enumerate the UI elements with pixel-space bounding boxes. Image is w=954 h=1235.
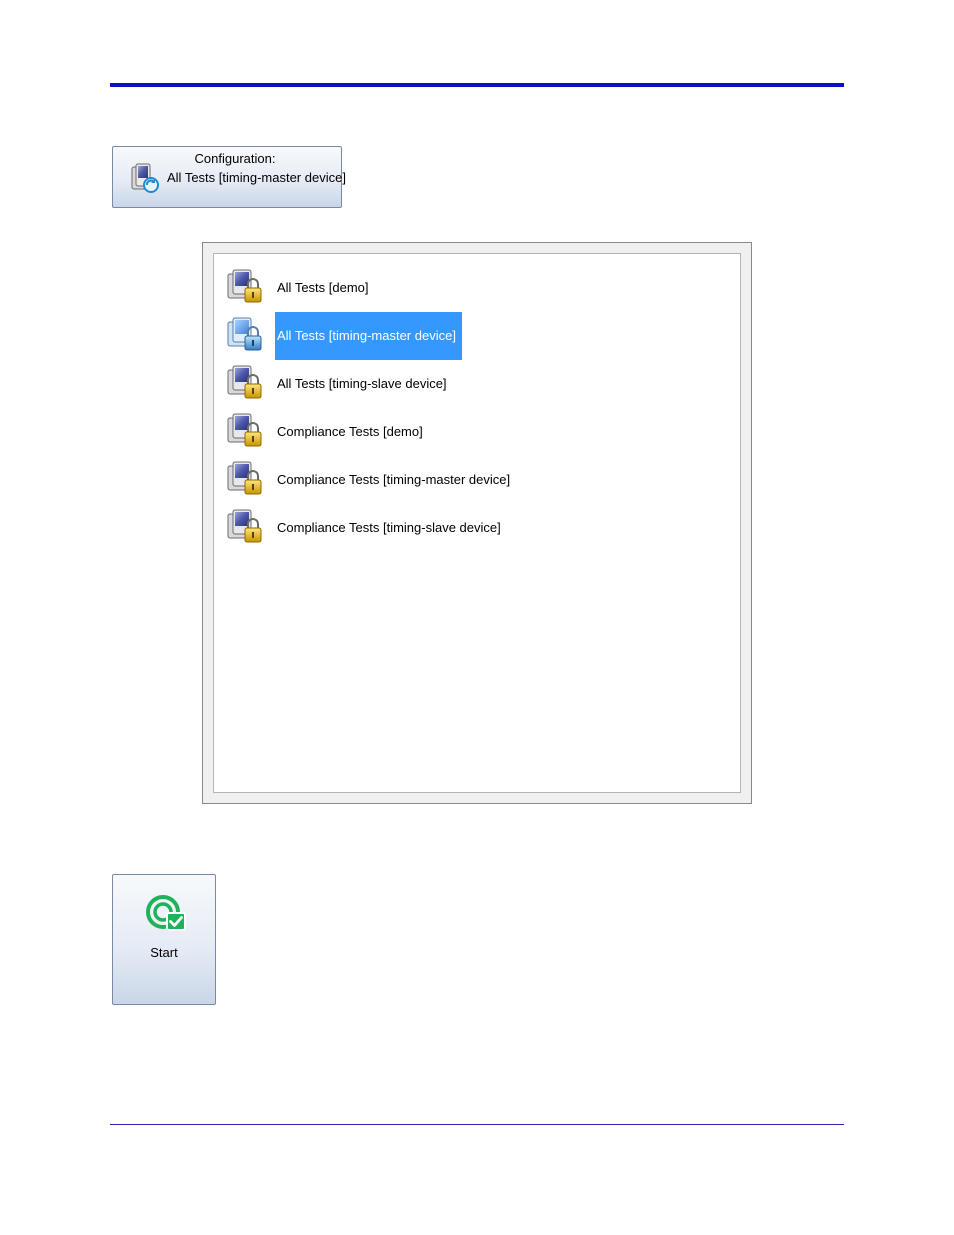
list-item-label: All Tests [timing-master device] xyxy=(275,312,462,360)
locked-config-icon xyxy=(224,460,264,496)
locked-config-icon xyxy=(224,268,264,304)
start-label: Start xyxy=(150,945,178,960)
configuration-heading: Configuration: xyxy=(194,151,276,166)
config-refresh-icon xyxy=(131,163,159,193)
header-rule xyxy=(110,83,844,87)
configuration-value: All Tests [timing-master device] xyxy=(167,170,346,185)
locked-config-icon xyxy=(224,508,264,544)
configuration-button[interactable]: Configuration: All Tests [timing-master … xyxy=(112,146,346,208)
footer-rule xyxy=(110,1124,844,1125)
locked-config-icon xyxy=(224,364,264,400)
list-item-label: Compliance Tests [timing-master device] xyxy=(277,472,511,487)
start-check-icon xyxy=(146,895,186,931)
list-item-label: Compliance Tests [demo] xyxy=(277,424,423,439)
locked-config-icon xyxy=(224,412,264,448)
start-button[interactable]: Start xyxy=(112,874,216,1005)
list-item-label: All Tests [timing-slave device] xyxy=(277,376,447,391)
locked-config-icon xyxy=(224,316,264,352)
list-item-label: All Tests [demo] xyxy=(277,280,369,295)
list-item-label: Compliance Tests [timing-slave device] xyxy=(277,520,501,535)
configuration-list-body[interactable]: All Tests [demo] All Tests [timing-maste… xyxy=(213,253,741,793)
configuration-list: All Tests [demo] All Tests [timing-maste… xyxy=(202,242,752,804)
